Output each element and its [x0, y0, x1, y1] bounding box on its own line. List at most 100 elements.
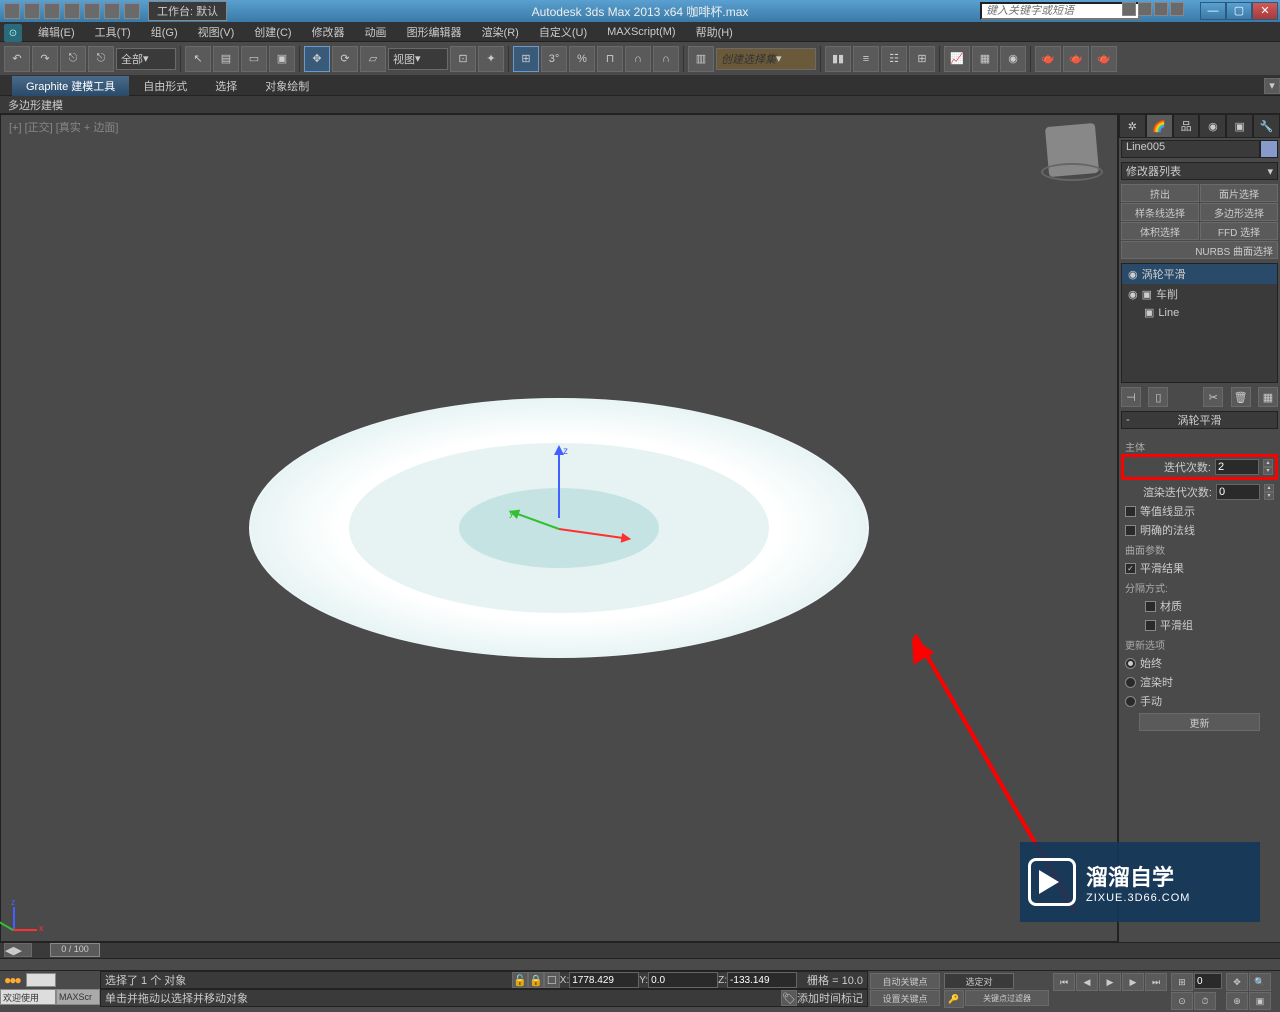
track-bar-button[interactable]: ◀▶ — [4, 943, 32, 957]
menu-grapheditors[interactable]: 图形编辑器 — [397, 22, 472, 42]
save-icon[interactable] — [44, 3, 60, 19]
prev-frame-icon[interactable]: ◀ — [1076, 973, 1098, 991]
menu-render[interactable]: 渲染(R) — [472, 22, 529, 42]
autokey-button[interactable]: 自动关键点 — [870, 973, 940, 989]
axis-z[interactable] — [558, 448, 560, 518]
menu-create[interactable]: 创建(C) — [244, 22, 301, 42]
bulb-icon[interactable]: ◉ — [1128, 288, 1138, 301]
maximize-viewport-icon[interactable]: ▣ — [1249, 992, 1271, 1010]
btn-extrude[interactable]: 挤出 — [1121, 184, 1199, 202]
tab-utilities-icon[interactable]: 🔧 — [1253, 114, 1280, 138]
selected-set-dropdown[interactable]: 选定对 — [944, 973, 1014, 989]
radio-always[interactable] — [1125, 658, 1136, 669]
add-time-tag[interactable]: 添加时间标记 — [797, 990, 863, 1006]
goto-start-icon[interactable]: ⏮ — [1053, 973, 1075, 991]
menu-edit[interactable]: 编辑(E) — [28, 22, 85, 42]
welcome-tab[interactable]: 欢迎使用 — [0, 989, 56, 1005]
align-button[interactable]: ≡ — [853, 46, 879, 72]
select-button[interactable]: ↖ — [185, 46, 211, 72]
stack-item-lathe[interactable]: ◉ ▣ 车削 — [1122, 284, 1277, 304]
iterations-spinner[interactable]: 2 — [1215, 459, 1259, 475]
make-unique-icon[interactable]: ✂ — [1203, 387, 1223, 407]
pivot-button[interactable]: ⊡ — [450, 46, 476, 72]
radio-render[interactable] — [1125, 677, 1136, 688]
undo-button[interactable]: ↶ — [4, 46, 30, 72]
btn-poly-sel[interactable]: 多边形选择 — [1200, 203, 1278, 221]
new-icon[interactable] — [4, 3, 20, 19]
key-filter-button[interactable]: 关键点过滤器 — [965, 990, 1049, 1006]
show-end-icon[interactable]: ▯ — [1148, 387, 1168, 407]
radio-manual[interactable] — [1125, 696, 1136, 707]
btn-nurbs-sel[interactable]: NURBS 曲面选择 — [1121, 241, 1278, 259]
help-search-input[interactable] — [980, 2, 1140, 20]
render-frame-button[interactable]: 🫖 — [1063, 46, 1089, 72]
update-button[interactable]: 更新 — [1139, 713, 1260, 731]
menu-animation[interactable]: 动画 — [355, 22, 397, 42]
key-icon[interactable]: 🔑 — [944, 990, 964, 1008]
close-button[interactable]: ✕ — [1252, 2, 1278, 20]
stack-item-line[interactable]: ▣ Line — [1122, 304, 1277, 321]
pin-stack-icon[interactable]: ⊣ — [1121, 387, 1141, 407]
current-frame-input[interactable]: 0 — [1194, 973, 1222, 989]
expand-icon[interactable]: ▣ — [1144, 306, 1154, 319]
menu-modifiers[interactable]: 修改器 — [302, 22, 355, 42]
bulb-icon[interactable]: ◉ — [1128, 268, 1138, 281]
material-button[interactable]: ◉ — [1000, 46, 1026, 72]
manipulate-button[interactable]: ✦ — [478, 46, 504, 72]
smoothgroup-checkbox[interactable] — [1145, 620, 1156, 631]
tab-motion-icon[interactable]: ◉ — [1199, 114, 1226, 138]
ribbon-expand-icon[interactable]: ▾ — [1264, 78, 1280, 94]
ref-coord-dropdown[interactable]: 视图 ▾ — [388, 48, 448, 70]
coord-z-input[interactable]: -133.149 — [727, 972, 797, 988]
btn-vol-sel[interactable]: 体积选择 — [1121, 222, 1199, 240]
percent-snap-button[interactable]: % — [569, 46, 595, 72]
window-crossing-button[interactable]: ▣ — [269, 46, 295, 72]
ribbon-tab-select[interactable]: 选择 — [201, 76, 251, 96]
material-checkbox[interactable] — [1145, 601, 1156, 612]
configure-icon[interactable]: ▦ — [1258, 387, 1278, 407]
modifier-list-dropdown[interactable]: 修改器列表▾ — [1121, 162, 1278, 180]
rect-select-button[interactable]: ▭ — [241, 46, 267, 72]
open-icon[interactable] — [24, 3, 40, 19]
ribbon-tab-freeform[interactable]: 自由形式 — [129, 76, 201, 96]
lock-icon[interactable]: 🔓 — [512, 972, 528, 988]
magnet-button[interactable]: ∩ — [625, 46, 651, 72]
modifier-stack[interactable]: ◉ 涡轮平滑 ◉ ▣ 车削 ▣ Line — [1121, 263, 1278, 383]
help-icon[interactable] — [1170, 2, 1184, 16]
tab-modify-icon[interactable]: 🌈 — [1146, 114, 1173, 138]
tab-hierarchy-icon[interactable]: 品 — [1173, 114, 1200, 138]
render-button[interactable]: 🫖 — [1091, 46, 1117, 72]
maximize-button[interactable]: ▢ — [1226, 2, 1252, 20]
time-config-icon[interactable]: ⊞ — [1171, 973, 1193, 991]
angle-snap-button[interactable]: 3° — [541, 46, 567, 72]
play-icon[interactable]: ▶ — [1099, 973, 1121, 991]
spinner-snap-button[interactable]: ⊓ — [597, 46, 623, 72]
spinner-down-icon[interactable]: ▾ — [1263, 467, 1273, 475]
tag-icon[interactable]: 🏷 — [781, 990, 797, 1006]
object-color-swatch[interactable] — [1260, 140, 1278, 158]
rotate-button[interactable]: ⟳ — [332, 46, 358, 72]
workspace-dropdown[interactable]: 工作台: 默认 — [148, 1, 227, 21]
menu-customize[interactable]: 自定义(U) — [529, 22, 597, 42]
tab-display-icon[interactable]: ▣ — [1226, 114, 1253, 138]
scale-button[interactable]: ▱ — [360, 46, 386, 72]
time-ruler[interactable] — [0, 958, 1280, 970]
ribbon-tab-graphite[interactable]: Graphite 建模工具 — [12, 76, 129, 96]
viewport[interactable]: [+] [正交] [真实 + 边面] z y z x — [0, 114, 1118, 942]
isoline-checkbox[interactable] — [1125, 506, 1136, 517]
object-name-input[interactable]: Line005 — [1121, 140, 1260, 158]
layer-button[interactable]: ☷ — [881, 46, 907, 72]
zoom-icon[interactable]: 🔍 — [1249, 973, 1271, 991]
expand-icon[interactable]: ▣ — [1142, 288, 1152, 301]
lock2-icon[interactable]: 🔒 — [528, 972, 544, 988]
time-config2-icon[interactable]: ⏱ — [1194, 992, 1216, 1010]
viewcube-ring[interactable] — [1041, 163, 1103, 181]
ribbon-tab-paint[interactable]: 对象绘制 — [251, 76, 323, 96]
abs-rel-icon[interactable]: ☐ — [544, 972, 560, 988]
link-icon[interactable] — [104, 3, 120, 19]
minimize-button[interactable]: — — [1200, 2, 1226, 20]
normals-checkbox[interactable] — [1125, 525, 1136, 536]
mirror-button[interactable]: ▮▮ — [825, 46, 851, 72]
project-icon[interactable] — [124, 3, 140, 19]
key-mode-icon[interactable]: ⊙ — [1171, 992, 1193, 1010]
